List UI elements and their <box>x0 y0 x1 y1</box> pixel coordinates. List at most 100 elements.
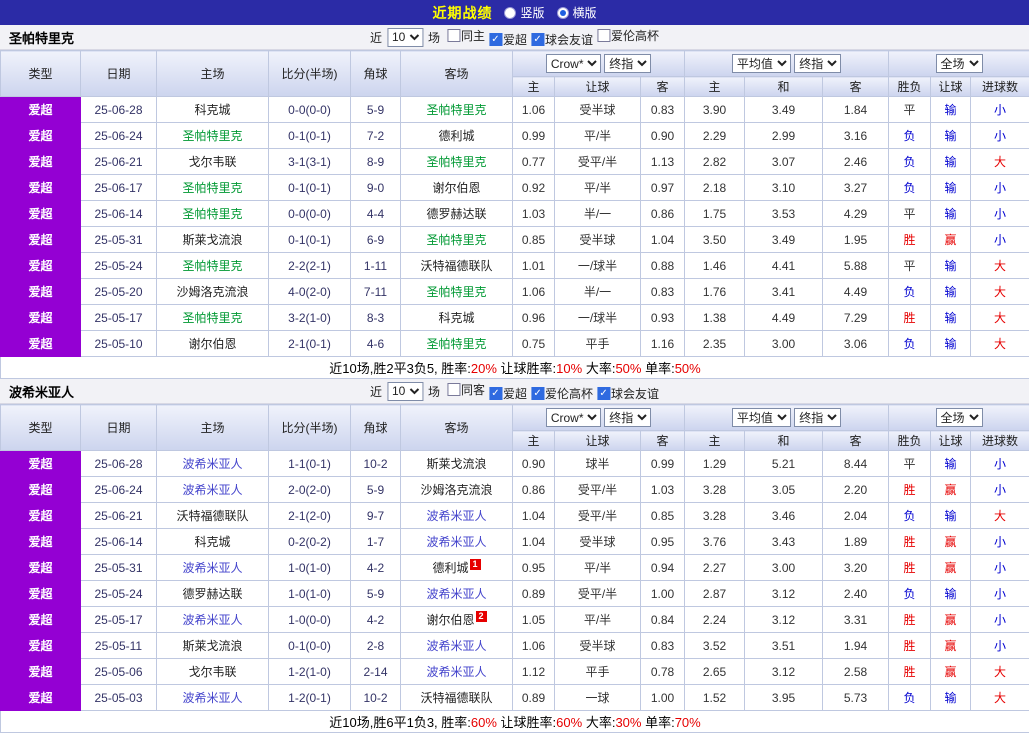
score-cell: 2-1(2-0) <box>268 502 351 529</box>
avg-away-odds-cell: 2.04 <box>822 502 890 529</box>
home-team-cell[interactable]: 沃特福德联队 <box>156 502 269 529</box>
away-team-cell[interactable]: 谢尔伯恩 <box>400 174 513 201</box>
filter-option-checked[interactable]: ✓ 爱伦高杯 <box>531 385 593 402</box>
away-team-cell[interactable]: 波希米亚人 <box>400 658 513 685</box>
layout-option-vertical[interactable]: 竖版 <box>504 4 545 21</box>
away-odds-cell: 0.83 <box>639 96 686 123</box>
summary-stat-label: 让球胜率: <box>496 715 557 730</box>
result-goals-cell: 大 <box>970 658 1029 685</box>
filter-option-checked[interactable]: ✓ 球会友谊 <box>597 385 659 402</box>
away-team-cell[interactable]: 波希米亚人 <box>400 632 513 659</box>
vertical-radio-icon[interactable] <box>504 6 517 19</box>
avg-draw-odds-cell: 3.41 <box>744 278 824 305</box>
away-team-cell[interactable]: 圣帕特里克 <box>400 330 513 357</box>
result-goals-cell: 大 <box>970 148 1029 175</box>
checkbox-icon[interactable]: ✓ <box>489 32 502 46</box>
home-team-cell[interactable]: 斯莱戈流浪 <box>156 226 269 253</box>
result-goals-header: 进球数 <box>970 430 1029 451</box>
home-team-cell[interactable]: 德罗赫达联 <box>156 580 269 607</box>
score-cell: 0-2(0-2) <box>268 528 351 555</box>
home-team-cell[interactable]: 斯莱戈流浪 <box>156 632 269 659</box>
home-team-cell[interactable]: 戈尔韦联 <box>156 658 269 685</box>
team-section-st-patricks: 圣帕特里克 近 10 场 同主 ✓ 爱超 ✓ 球会友谊 爱伦高杯 类型 日期 主场 比分(… <box>0 25 1029 379</box>
away-team-cell[interactable]: 沃特福德联队 <box>400 684 513 711</box>
avg-time-select[interactable]: 终指 <box>794 408 842 427</box>
odds-time-select[interactable]: 终指 <box>604 54 652 73</box>
horizontal-radio-icon[interactable] <box>556 6 569 19</box>
home-team-cell[interactable]: 圣帕特里克 <box>156 304 269 331</box>
filter-option-checked[interactable]: ✓ 爱超 <box>489 31 527 48</box>
checkbox-icon[interactable] <box>446 382 460 396</box>
checkbox-icon[interactable] <box>597 28 611 42</box>
checkbox-icon[interactable]: ✓ <box>489 386 502 400</box>
home-team-cell[interactable]: 圣帕特里克 <box>156 252 269 279</box>
layout-option-horizontal[interactable]: 横版 <box>556 4 597 21</box>
away-team-cell[interactable]: 圣帕特里克 <box>400 278 513 305</box>
result-goals-cell: 小 <box>970 528 1029 555</box>
filter-option-unchecked[interactable]: 同主 <box>446 27 485 44</box>
avg-home-header: 主 <box>684 430 746 451</box>
away-team-cell[interactable]: 沙姆洛克流浪 <box>400 476 513 503</box>
date-cell: 25-06-24 <box>80 122 157 149</box>
away-team-cell[interactable]: 德利城 <box>400 122 513 149</box>
away-team-cell[interactable]: 圣帕特里克 <box>400 96 513 123</box>
avg-source-select[interactable]: 平均值 <box>731 408 791 427</box>
odds-source-select[interactable]: Crow* <box>545 408 601 427</box>
checkbox-icon[interactable] <box>446 28 460 42</box>
filter-option-unchecked[interactable]: 同客 <box>446 381 485 398</box>
away-team-cell[interactable]: 谢尔伯恩 2 <box>400 606 513 633</box>
date-cell: 25-05-24 <box>80 252 157 279</box>
checkbox-icon[interactable]: ✓ <box>531 32 545 46</box>
home-team-cell[interactable]: 戈尔韦联 <box>156 148 269 175</box>
odds-source-select[interactable]: Crow* <box>545 54 601 73</box>
result-wdl-cell: 负 <box>888 684 932 711</box>
home-team-cell[interactable]: 波希米亚人 <box>156 476 269 503</box>
away-team-cell[interactable]: 圣帕特里克 <box>400 148 513 175</box>
result-goals-cell: 小 <box>970 96 1029 123</box>
away-team-cell[interactable]: 圣帕特里克 <box>400 226 513 253</box>
away-team-cell[interactable]: 斯莱戈流浪 <box>400 450 513 477</box>
away-team-cell[interactable]: 波希米亚人 <box>400 502 513 529</box>
filter-option-unchecked[interactable]: 爱伦高杯 <box>597 27 659 44</box>
away-team-cell[interactable]: 波希米亚人 <box>400 528 513 555</box>
result-goals-header: 进球数 <box>970 76 1029 97</box>
home-team-cell[interactable]: 波希米亚人 <box>156 450 269 477</box>
home-team-cell[interactable]: 圣帕特里克 <box>156 200 269 227</box>
away-team-cell[interactable]: 沃特福德联队 <box>400 252 513 279</box>
home-team-cell[interactable]: 圣帕特里克 <box>156 122 269 149</box>
home-team-cell[interactable]: 科克城 <box>156 96 269 123</box>
home-team-cell[interactable]: 谢尔伯恩 <box>156 330 269 357</box>
odds-time-select[interactable]: 终指 <box>604 408 652 427</box>
avg-source-select[interactable]: 平均值 <box>731 54 791 73</box>
col-type-header: 类型 <box>0 404 81 451</box>
home-team-cell[interactable]: 波希米亚人 <box>156 606 269 633</box>
away-team-cell[interactable]: 德罗赫达联 <box>400 200 513 227</box>
home-team-cell[interactable]: 圣帕特里克 <box>156 174 269 201</box>
result-handicap-cell: 输 <box>930 580 972 607</box>
home-team-cell[interactable]: 科克城 <box>156 528 269 555</box>
filter-option-checked[interactable]: ✓ 球会友谊 <box>531 31 593 48</box>
handicap-cell: 球半 <box>554 450 641 477</box>
home-team-cell[interactable]: 波希米亚人 <box>156 684 269 711</box>
league-cell: 爱超 <box>0 554 81 581</box>
scope-select[interactable]: 全场 <box>935 54 983 73</box>
avg-time-select[interactable]: 终指 <box>794 54 842 73</box>
match-count-select[interactable]: 10 <box>386 381 423 401</box>
checkbox-icon[interactable]: ✓ <box>531 386 545 400</box>
home-team-cell[interactable]: 沙姆洛克流浪 <box>156 278 269 305</box>
filter-option-checked[interactable]: ✓ 爱超 <box>489 385 527 402</box>
home-team-cell[interactable]: 波希米亚人 <box>156 554 269 581</box>
avg-draw-odds-cell: 4.41 <box>744 252 824 279</box>
avg-home-odds-cell: 1.76 <box>684 278 746 305</box>
away-team-cell[interactable]: 德利城 1 <box>400 554 513 581</box>
avg-away-odds-cell: 3.20 <box>822 554 890 581</box>
checkbox-icon[interactable]: ✓ <box>597 386 611 400</box>
summary-stat-label: 胜率: <box>441 715 471 730</box>
scope-select[interactable]: 全场 <box>935 408 983 427</box>
avg-draw-odds-cell: 5.21 <box>744 450 824 477</box>
away-team-cell[interactable]: 科克城 <box>400 304 513 331</box>
corner-cell: 2-8 <box>350 632 401 659</box>
match-count-select[interactable]: 10 <box>386 27 423 47</box>
away-team-cell[interactable]: 波希米亚人 <box>400 580 513 607</box>
corner-cell: 6-9 <box>350 226 401 253</box>
